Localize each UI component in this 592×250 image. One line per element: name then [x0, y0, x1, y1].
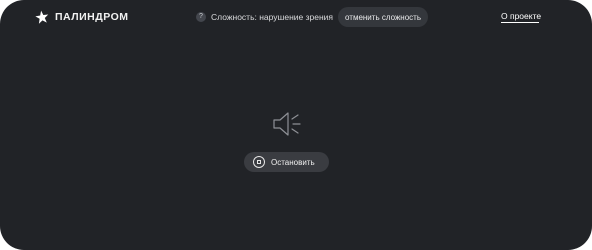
difficulty-text: Сложность: нарушение зрения [211, 12, 334, 22]
star-icon [35, 10, 49, 24]
about-underline [501, 22, 539, 23]
question-icon[interactable]: ? [196, 12, 206, 22]
logo-text: ПАЛИНДРОМ [55, 11, 129, 23]
cancel-difficulty-button[interactable]: отменить сложность [338, 7, 428, 27]
speaker-icon [272, 110, 302, 138]
stop-button[interactable]: Остановить [244, 152, 329, 172]
stop-icon [253, 156, 265, 168]
difficulty-indicator: ? Сложность: нарушение зрения [196, 10, 333, 24]
app-window: ПАЛИНДРОМ ? Сложность: нарушение зрения … [0, 0, 592, 250]
stop-square [257, 160, 261, 164]
logo[interactable]: ПАЛИНДРОМ [35, 8, 129, 26]
stop-label: Остановить [271, 157, 315, 167]
about-project-link[interactable]: О проекте [501, 11, 541, 21]
